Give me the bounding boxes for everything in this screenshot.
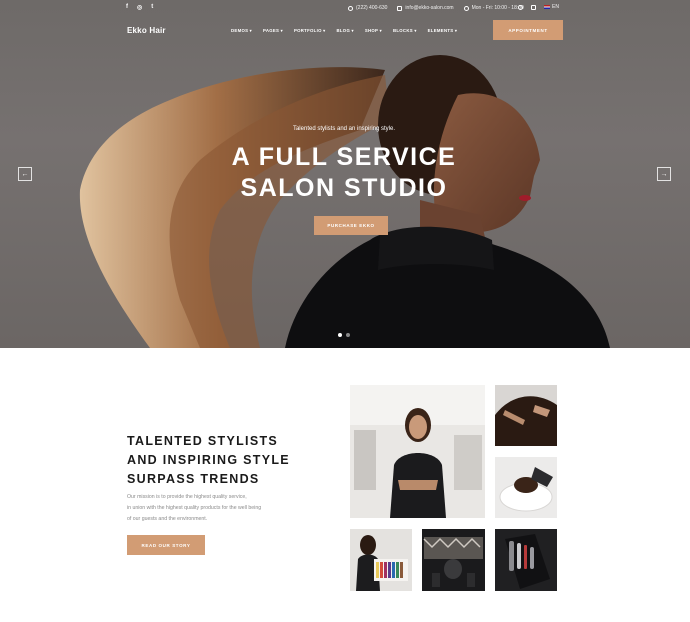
hero-headline: A FULL SERVICE SALON STUDIO	[200, 142, 488, 204]
gallery-image-salon-interior[interactable]	[422, 529, 485, 591]
nav-item-blog[interactable]: BLOG	[336, 28, 353, 33]
header-tools: EN	[518, 4, 559, 10]
opening-hours: Mon - Fri: 10:00 - 18:00	[471, 5, 524, 11]
hero-headline-line-1: A FULL SERVICE	[231, 143, 457, 171]
instagram-icon[interactable]: ◎	[137, 4, 142, 11]
phone-contact[interactable]: (222) 400-630	[348, 5, 387, 11]
about-text-line-1: Our mission is to provide the highest qu…	[127, 494, 247, 500]
nav-item-shop[interactable]: SHOP	[365, 28, 382, 33]
search-icon[interactable]	[518, 4, 523, 10]
nav-item-pages[interactable]: PAGES	[263, 28, 283, 33]
language-switcher[interactable]: EN	[544, 4, 559, 10]
purchase-button[interactable]: PURCHASE EKKO	[314, 216, 388, 235]
slide-dot-2[interactable]	[346, 333, 350, 337]
about-description: Our mission is to provide the highest qu…	[127, 492, 287, 525]
prev-slide-arrow-icon[interactable]: ←	[18, 167, 32, 181]
about-heading: TALENTED STYLISTS AND INSPIRING STYLE SU…	[127, 432, 327, 489]
nav-item-demos[interactable]: DEMOS	[231, 28, 252, 33]
contact-info: (222) 400-630 info@ekko-salon.com Mon - …	[348, 5, 524, 11]
nav-item-portfolio[interactable]: PORTFOLIO	[294, 28, 326, 33]
nav-item-blocks[interactable]: BLOCKS	[393, 28, 417, 33]
hero-headline-line-2: SALON STUDIO	[240, 174, 448, 202]
about-heading-line-1: TALENTED STYLISTS	[127, 434, 279, 448]
site-logo[interactable]: Ekko Hair	[127, 26, 166, 35]
language-label: EN	[552, 4, 559, 10]
slider-pagination	[338, 333, 350, 337]
cart-icon[interactable]	[531, 4, 536, 10]
about-text-line-3: of our guests and the environment.	[127, 516, 208, 522]
about-heading-line-3: SURPASS TRENDS	[127, 472, 260, 486]
gallery-image-tools[interactable]	[495, 529, 557, 591]
gallery-image-washing[interactable]	[495, 457, 557, 518]
mail-icon	[397, 5, 403, 11]
email-contact[interactable]: info@ekko-salon.com	[397, 5, 454, 11]
gallery-image-color-chart[interactable]	[350, 529, 412, 591]
social-links: f ◎ t	[126, 4, 153, 11]
hero-tagline: Talented stylists and an inspiring style…	[292, 126, 396, 132]
phone-icon	[348, 5, 353, 11]
email-address: info@ekko-salon.com	[405, 5, 454, 11]
nav-item-elements[interactable]: ELEMENTS	[428, 28, 458, 33]
about-heading-line-2: AND INSPIRING STYLE	[127, 453, 290, 467]
slide-dot-1[interactable]	[338, 333, 342, 337]
clock-icon	[463, 5, 469, 11]
facebook-icon[interactable]: f	[126, 4, 128, 11]
hours-info: Mon - Fri: 10:00 - 18:00	[463, 5, 524, 11]
read-story-button[interactable]: READ OUR STORY	[127, 535, 205, 555]
twitter-icon[interactable]: t	[151, 4, 153, 11]
hero-slider: f ◎ t (222) 400-630 info@ekko-salon.com …	[0, 0, 690, 348]
next-slide-arrow-icon[interactable]: →	[657, 167, 671, 181]
us-flag-icon	[544, 5, 550, 9]
gallery-image-stylist[interactable]	[350, 385, 485, 518]
appointment-button[interactable]: APPOINTMENT	[493, 20, 563, 40]
main-navigation: Ekko Hair DEMOS PAGES PORTFOLIO BLOG SHO…	[0, 20, 690, 40]
nav-menu: DEMOS PAGES PORTFOLIO BLOG SHOP BLOCKS E…	[231, 28, 457, 33]
top-bar: f ◎ t (222) 400-630 info@ekko-salon.com …	[0, 4, 690, 14]
about-text-line-2: in union with the highest quality produc…	[127, 505, 262, 511]
phone-number: (222) 400-630	[356, 5, 388, 11]
gallery-image-cutting[interactable]	[495, 385, 557, 446]
